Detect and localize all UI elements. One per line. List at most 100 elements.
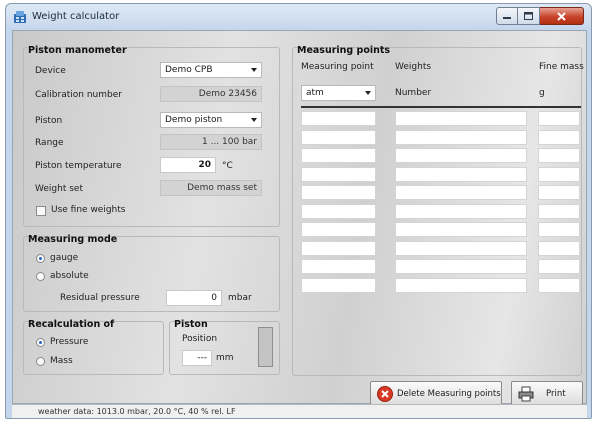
pressure-radio[interactable] bbox=[36, 338, 45, 347]
residual-pressure-label: Residual pressure bbox=[60, 293, 140, 303]
absolute-label: absolute bbox=[50, 271, 89, 281]
measuring-mode-group: Measuring mode gauge absolute Residual p… bbox=[23, 234, 280, 312]
calibration-field: Demo 23456 bbox=[160, 86, 262, 102]
mp-point-cell[interactable] bbox=[301, 222, 376, 237]
piston-manometer-group: Piston manometer Device Demo CPB Calibra… bbox=[23, 45, 280, 227]
gauge-label: gauge bbox=[50, 253, 79, 263]
residual-pressure-unit: mbar bbox=[228, 293, 252, 303]
mp-weights-cell[interactable] bbox=[395, 185, 527, 200]
col-fine-mass: Fine mass bbox=[539, 62, 584, 72]
minimize-icon bbox=[503, 17, 511, 19]
mp-point-cell[interactable] bbox=[301, 129, 376, 145]
header-divider bbox=[301, 106, 581, 108]
fine-weights-label: Use fine weights bbox=[51, 205, 126, 215]
mp-point-cell[interactable] bbox=[301, 277, 376, 293]
mp-weights-cell[interactable] bbox=[395, 203, 527, 219]
print-button-label: Print bbox=[546, 389, 566, 399]
mp-weights-cell[interactable] bbox=[395, 277, 527, 293]
mp-weights-cell[interactable] bbox=[395, 129, 527, 145]
mp-point-cell[interactable] bbox=[301, 259, 376, 274]
piston-select[interactable]: Demo piston bbox=[160, 112, 262, 128]
mp-fine-mass-cell[interactable] bbox=[538, 185, 580, 200]
mp-fine-mass-cell[interactable] bbox=[538, 277, 580, 293]
mp-fine-mass-cell[interactable] bbox=[538, 129, 580, 145]
mp-weights-cell[interactable] bbox=[395, 111, 527, 126]
position-label: Position bbox=[182, 334, 218, 344]
temperature-unit: °C bbox=[222, 161, 233, 171]
measuring-mode-title: Measuring mode bbox=[28, 234, 118, 245]
temperature-label: Piston temperature bbox=[35, 161, 122, 171]
fine-mass-sub-header: g bbox=[539, 88, 545, 98]
delete-measuring-points-button[interactable]: Delete Measuring points bbox=[370, 381, 502, 406]
delete-button-label: Delete Measuring points bbox=[397, 389, 501, 399]
col-measuring-point: Measuring point bbox=[301, 62, 374, 72]
window-title: Weight calculator bbox=[32, 11, 120, 22]
measuring-point-select[interactable]: atm bbox=[301, 85, 376, 101]
piston-group-title: Piston bbox=[174, 319, 208, 330]
printer-icon bbox=[518, 386, 534, 402]
weight-set-field: Demo mass set bbox=[160, 180, 262, 196]
mp-point-cell[interactable] bbox=[301, 185, 376, 200]
print-button[interactable]: Print bbox=[511, 381, 583, 406]
position-unit: mm bbox=[216, 353, 234, 363]
device-select[interactable]: Demo CPB bbox=[160, 62, 262, 78]
measuring-points-title: Measuring points bbox=[297, 45, 391, 56]
mp-point-cell[interactable] bbox=[301, 240, 376, 256]
mp-fine-mass-cell[interactable] bbox=[538, 222, 580, 237]
device-select-value: Demo CPB bbox=[165, 65, 213, 75]
mp-fine-mass-cell[interactable] bbox=[538, 148, 580, 163]
mp-point-cell[interactable] bbox=[301, 111, 376, 126]
residual-pressure-input[interactable]: 0 bbox=[166, 290, 222, 306]
piston-position-indicator bbox=[258, 327, 273, 367]
mp-point-cell[interactable] bbox=[301, 148, 376, 163]
temperature-input[interactable]: 20 bbox=[160, 157, 216, 173]
mp-point-cell[interactable] bbox=[301, 203, 376, 219]
mass-label: Mass bbox=[50, 356, 73, 366]
calibration-label: Calibration number bbox=[35, 90, 122, 100]
maximize-icon bbox=[524, 12, 533, 20]
minimize-button[interactable] bbox=[496, 7, 518, 25]
mp-weights-cell[interactable] bbox=[395, 222, 527, 237]
gauge-radio[interactable] bbox=[36, 254, 45, 263]
maximize-button[interactable] bbox=[518, 7, 540, 25]
measuring-point-select-value: atm bbox=[306, 88, 324, 98]
chevron-down-icon bbox=[251, 118, 257, 122]
mp-fine-mass-cell[interactable] bbox=[538, 259, 580, 274]
piston-select-value: Demo piston bbox=[165, 115, 223, 125]
weather-status-text: weather data: 1013.0 mbar, 20.0 °C, 40 %… bbox=[38, 407, 236, 416]
mass-radio[interactable] bbox=[36, 357, 45, 366]
range-label: Range bbox=[35, 138, 64, 148]
calculator-app-icon bbox=[14, 11, 26, 23]
red-x-icon bbox=[377, 386, 393, 402]
weight-set-label: Weight set bbox=[35, 184, 83, 194]
close-button[interactable] bbox=[540, 7, 584, 25]
piston-label: Piston bbox=[35, 116, 63, 126]
status-bar: weather data: 1013.0 mbar, 20.0 °C, 40 %… bbox=[12, 404, 587, 418]
main-panel: Piston manometer Device Demo CPB Calibra… bbox=[12, 30, 587, 406]
mp-weights-cell[interactable] bbox=[395, 148, 527, 163]
piston-manometer-title: Piston manometer bbox=[28, 45, 127, 56]
mp-fine-mass-cell[interactable] bbox=[538, 166, 580, 182]
weights-sub-header: Number bbox=[395, 88, 432, 98]
pressure-label: Pressure bbox=[50, 337, 89, 347]
range-field: 1 ... 100 bar bbox=[160, 134, 262, 150]
mp-fine-mass-cell[interactable] bbox=[538, 240, 580, 256]
mp-weights-cell[interactable] bbox=[395, 240, 527, 256]
recalculation-title: Recalculation of bbox=[28, 319, 115, 330]
mp-fine-mass-cell[interactable] bbox=[538, 203, 580, 219]
mp-weights-cell[interactable] bbox=[395, 166, 527, 182]
app-window: Weight calculator Piston manometer Devic… bbox=[5, 3, 592, 419]
position-field[interactable]: --- bbox=[182, 350, 212, 366]
title-bar[interactable]: Weight calculator bbox=[6, 4, 591, 30]
device-label: Device bbox=[35, 66, 66, 76]
fine-weights-checkbox[interactable] bbox=[36, 206, 46, 216]
close-icon bbox=[557, 11, 566, 21]
recalculation-group: Recalculation of Pressure Mass bbox=[23, 319, 164, 375]
absolute-radio[interactable] bbox=[36, 272, 45, 281]
chevron-down-icon bbox=[365, 91, 371, 95]
chevron-down-icon bbox=[251, 68, 257, 72]
mp-point-cell[interactable] bbox=[301, 166, 376, 182]
mp-weights-cell[interactable] bbox=[395, 259, 527, 274]
piston-group: Piston Position --- mm bbox=[169, 319, 280, 375]
mp-fine-mass-cell[interactable] bbox=[538, 111, 580, 126]
